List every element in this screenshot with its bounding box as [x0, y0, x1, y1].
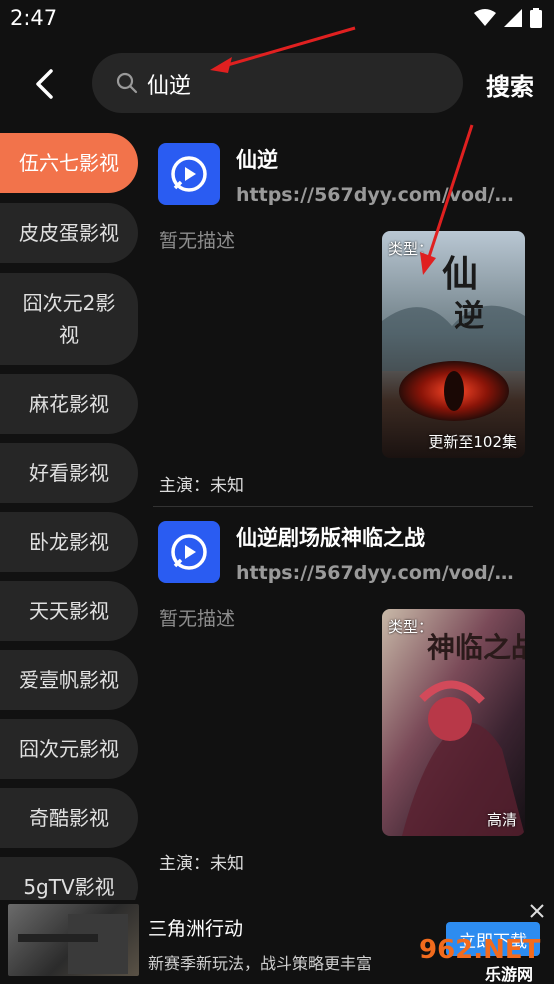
result-divider [153, 506, 533, 507]
sidebar-item-label: 囧次元影视 [19, 737, 119, 761]
status-time: 2:47 [10, 6, 58, 30]
poster-artwork: 仙 逆 [382, 231, 525, 458]
ad-title: 三角洲行动 [148, 918, 244, 940]
play-app-icon [158, 521, 220, 583]
watermark-subtext: 乐游网 [485, 965, 533, 984]
result-card[interactable]: 仙逆剧场版神临之战 https://567dyy.com/vod/47... 暂… [153, 508, 533, 888]
sidebar-item-label: 伍六七影视 [19, 151, 119, 175]
poster-type-label: 类型： [388, 618, 434, 636]
search-input[interactable]: 仙逆 [92, 53, 463, 113]
ad-image[interactable] [8, 904, 139, 976]
chevron-left-icon [36, 69, 53, 99]
result-poster[interactable]: 仙 逆 类型： 更新至102集 [382, 231, 525, 458]
sidebar-item-haokan[interactable]: 好看影视 [0, 443, 138, 503]
search-button[interactable]: 搜索 [486, 67, 534, 102]
poster-artwork: 神临之战 [382, 609, 525, 836]
sidebar-item-label: 皮皮蛋影视 [19, 221, 119, 245]
poster-quality-badge: 高清 [486, 811, 517, 829]
back-button[interactable] [22, 62, 66, 106]
result-url: https://567dyy.com/vod/33... [236, 184, 526, 206]
sidebar-item-label: 爱壹帆影视 [19, 668, 119, 692]
result-poster[interactable]: 神临之战 类型： 高清 [382, 609, 525, 836]
result-title: 仙逆剧场版神临之战 [236, 526, 425, 550]
close-icon[interactable] [528, 902, 546, 920]
search-icon [116, 72, 138, 94]
result-url: https://567dyy.com/vod/47... [236, 562, 526, 584]
poster-type-label: 类型： [388, 240, 434, 258]
svg-text:仙: 仙 [442, 253, 478, 295]
cellular-signal-icon [504, 9, 522, 27]
play-app-icon [158, 143, 220, 205]
battery-icon [530, 8, 542, 28]
sidebar-item-pipidan[interactable]: 皮皮蛋影视 [0, 203, 138, 263]
search-input-value: 仙逆 [147, 74, 192, 99]
wifi-icon [474, 9, 496, 26]
sidebar-item-label: 囧次元2影视 [22, 291, 116, 347]
result-card[interactable]: 仙逆 https://567dyy.com/vod/33... 暂无描述 仙 逆… [153, 130, 533, 506]
result-actors: 主演：未知 [159, 476, 244, 496]
svg-text:神临之战: 神临之战 [427, 631, 525, 664]
ad-subtitle: 新赛季新玩法，战斗策略更丰富 [148, 954, 373, 973]
sidebar-item-label: 天天影视 [29, 599, 109, 623]
watermark-brand: 962.NET [419, 935, 541, 965]
svg-text:逆: 逆 [454, 299, 484, 334]
search-header: 仙逆 搜索 [0, 40, 554, 126]
sidebar-item-jiongciyuan2[interactable]: 囧次元2影视 [0, 273, 138, 365]
status-bar: 2:47 [0, 0, 554, 38]
sidebar-item-label: 麻花影视 [29, 392, 109, 416]
sidebar-item-wuliuqi[interactable]: 伍六七影视 [0, 133, 138, 193]
sidebar-item-label: 好看影视 [29, 461, 109, 485]
result-actors: 主演：未知 [159, 854, 244, 874]
sidebar-item-jiongciyuan[interactable]: 囧次元影视 [0, 719, 138, 779]
sidebar-item-label: 奇酷影视 [29, 806, 109, 830]
watermark-logo: 962.NET 乐游网 [419, 935, 541, 984]
sidebar-item-qiku[interactable]: 奇酷影视 [0, 788, 138, 848]
poster-episode-badge: 更新至102集 [428, 433, 517, 451]
sidebar-item-mahua[interactable]: 麻花影视 [0, 374, 138, 434]
result-description: 暂无描述 [159, 230, 236, 252]
sidebar-item-wolong[interactable]: 卧龙影视 [0, 512, 138, 572]
sidebar-item-label: 卧龙影视 [29, 530, 109, 554]
result-title: 仙逆 [236, 148, 278, 172]
result-description: 暂无描述 [159, 608, 236, 630]
sidebar-item-tiantian[interactable]: 天天影视 [0, 581, 138, 641]
status-icons [474, 8, 542, 28]
sidebar-item-aiyifan[interactable]: 爱壹帆影视 [0, 650, 138, 710]
sidebar-item-label: 5gTV影视 [23, 875, 115, 899]
